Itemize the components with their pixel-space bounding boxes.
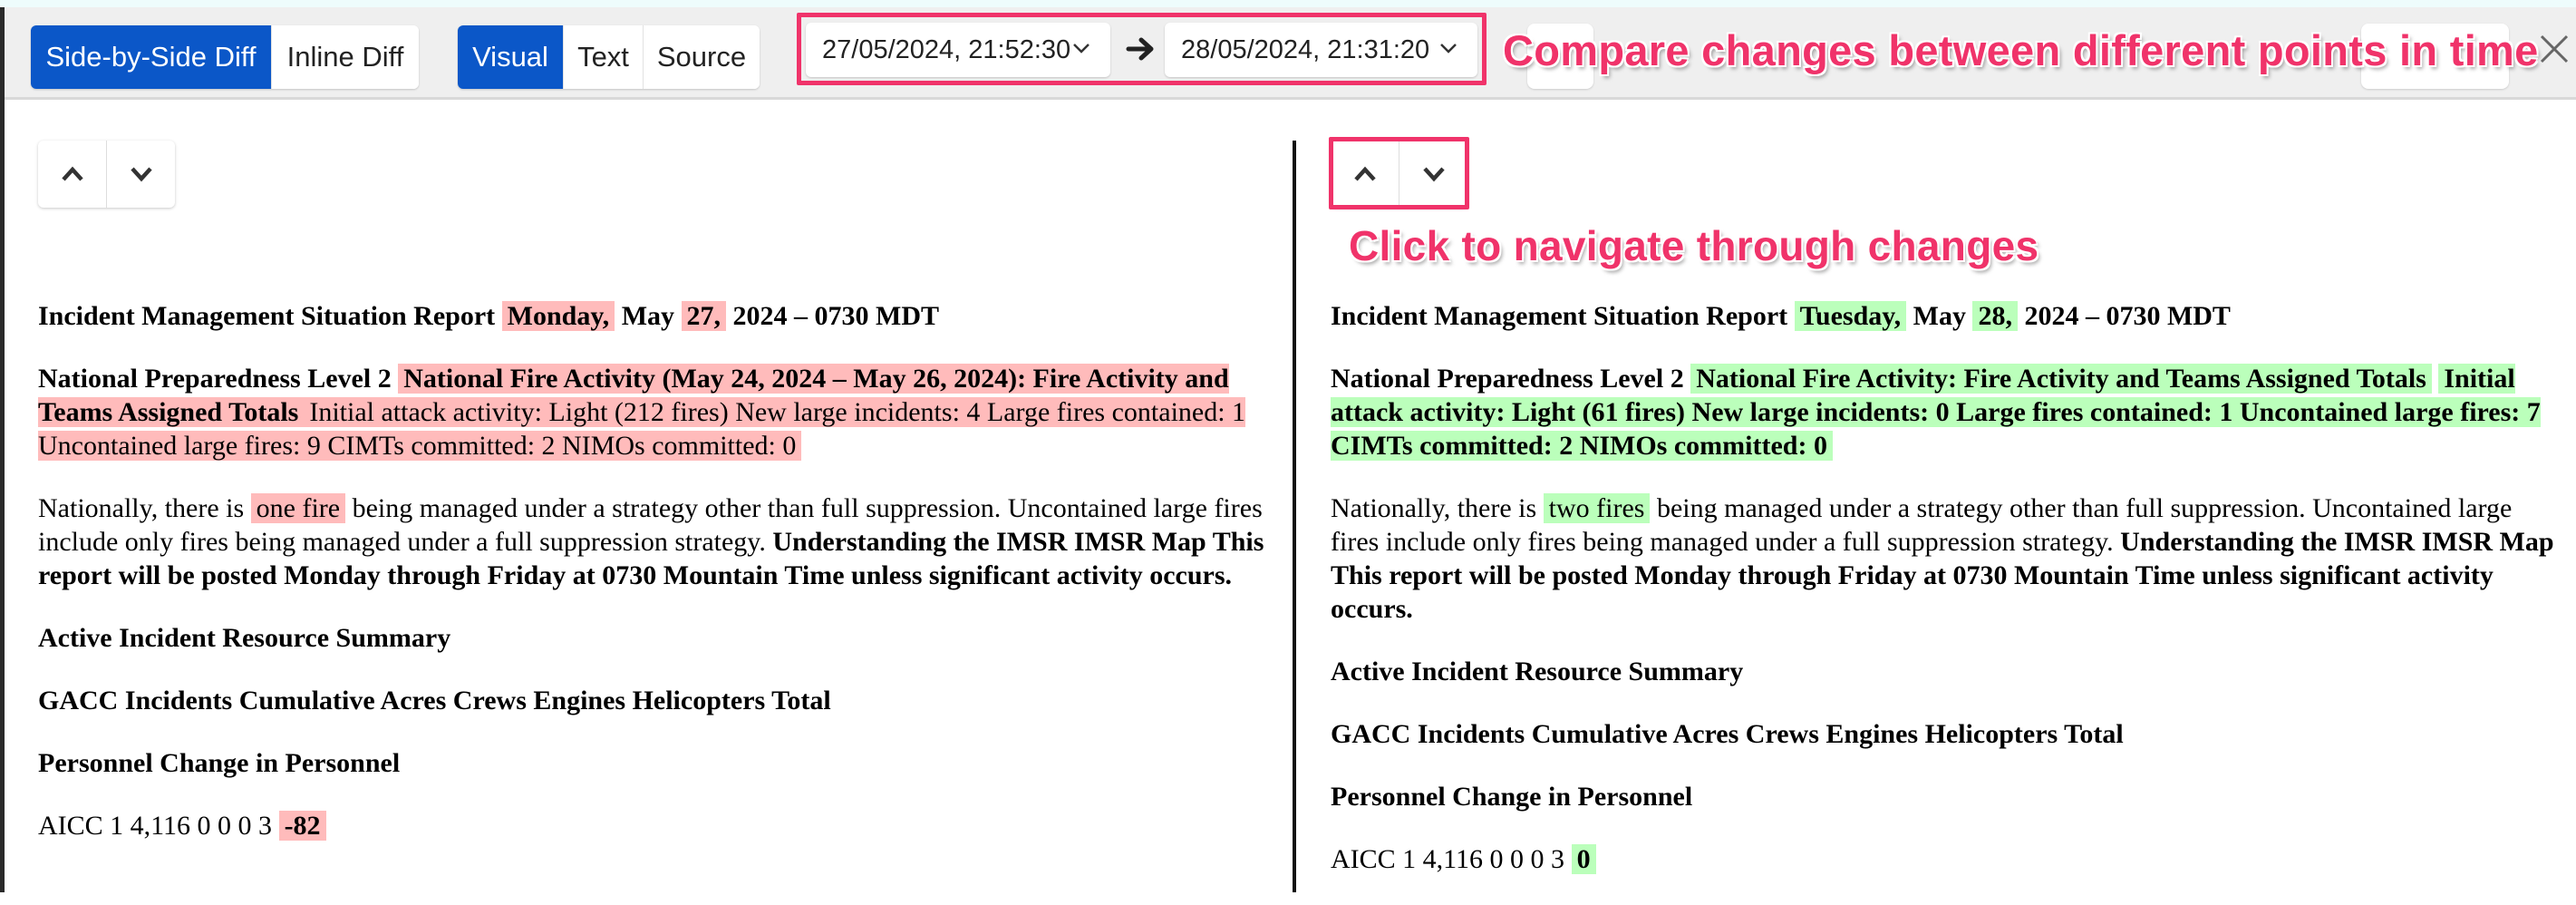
pane-divider[interactable] — [1293, 141, 1296, 892]
left-change-navigation — [38, 141, 175, 208]
next-change-button[interactable] — [107, 141, 175, 208]
inserted-text: 28, — [1972, 301, 2018, 331]
date-range-selector: 27/05/2024, 21:52:30 28/05/2024, 21:31:2… — [797, 13, 1487, 85]
arrow-right-icon — [1126, 37, 1154, 61]
personnel-header: Personnel Change in Personnel — [38, 748, 401, 778]
text-mode-button[interactable]: Text — [564, 25, 644, 89]
to-date-value: 28/05/2024, 21:31:20 — [1181, 34, 1430, 64]
window-top-strip — [0, 0, 2576, 7]
deleted-text: one fire — [250, 493, 346, 523]
resource-summary-heading: Active Incident Resource Summary — [1331, 657, 1744, 686]
deleted-text: -82 — [278, 811, 326, 841]
personnel-header: Personnel Change in Personnel — [1331, 782, 1693, 812]
chevron-down-icon — [1422, 167, 1445, 182]
resource-summary-heading: Active Incident Resource Summary — [38, 623, 451, 653]
chevron-up-icon — [1353, 166, 1376, 181]
visual-mode-button[interactable]: Visual — [458, 25, 564, 89]
chevron-down-icon — [1440, 44, 1457, 54]
preparedness-paragraph: National Preparedness Level 2 National F… — [1331, 364, 2541, 461]
report-title: Incident Management Situation Report Mon… — [38, 301, 940, 331]
previous-change-button[interactable] — [38, 141, 107, 208]
inserted-text: two fires — [1543, 493, 1651, 523]
deleted-text: Monday, — [501, 301, 615, 331]
aicc-row: AICC 1 4,116 0 0 0 3 0 — [1331, 842, 2563, 876]
nationally-paragraph: Nationally, there is one fire being mana… — [38, 493, 1264, 590]
close-icon[interactable] — [2538, 33, 2571, 65]
chevron-down-icon — [1073, 44, 1089, 54]
previous-change-button[interactable] — [1331, 141, 1399, 208]
view-mode-group: Side-by-Side Diff Inline Diff — [31, 25, 419, 89]
source-mode-button[interactable]: Source — [644, 25, 760, 89]
report-title: Incident Management Situation Report Tue… — [1331, 301, 2231, 331]
compare-annotation: Compare changes between different points… — [1503, 26, 2539, 74]
next-change-button[interactable] — [1399, 141, 1467, 208]
aicc-row: AICC 1 4,116 0 0 0 3 -82 — [38, 809, 1271, 842]
inserted-text: 0 — [1571, 844, 1596, 874]
left-diff-pane: Incident Management Situation Report Mon… — [38, 299, 1271, 871]
window-left-edge — [0, 7, 5, 892]
to-date-select[interactable]: 28/05/2024, 21:31:20 — [1165, 23, 1477, 77]
from-date-select[interactable]: 27/05/2024, 21:52:30 — [806, 23, 1110, 77]
chevron-up-icon — [61, 166, 83, 181]
side-by-side-diff-button[interactable]: Side-by-Side Diff — [31, 25, 272, 89]
navigate-annotation: Click to navigate through changes — [1349, 222, 2039, 269]
preparedness-paragraph: National Preparedness Level 2 National F… — [38, 364, 1246, 461]
chevron-down-icon — [130, 167, 152, 182]
deleted-text: 27, — [681, 301, 727, 331]
from-date-value: 27/05/2024, 21:52:30 — [822, 34, 1071, 64]
right-change-navigation — [1331, 141, 1467, 208]
table-header: GACC Incidents Cumulative Acres Crews En… — [1331, 719, 2124, 749]
right-diff-pane: Incident Management Situation Report Tue… — [1331, 299, 2563, 905]
content-mode-group: Visual Text Source — [458, 25, 760, 89]
table-header: GACC Incidents Cumulative Acres Crews En… — [38, 686, 831, 715]
inserted-text: National Fire Activity: Fire Activity an… — [1690, 364, 2432, 394]
inline-diff-button[interactable]: Inline Diff — [272, 25, 419, 89]
inserted-text: Tuesday, — [1794, 301, 1907, 331]
nationally-paragraph: Nationally, there is two fires being man… — [1331, 493, 2554, 624]
